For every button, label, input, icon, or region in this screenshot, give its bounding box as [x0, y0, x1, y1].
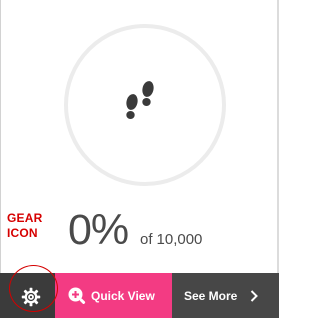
zoom-in-icon	[68, 287, 86, 304]
gear-icon-annotation: GEAR ICON	[7, 211, 55, 241]
settings-button[interactable]	[0, 273, 55, 318]
gear-icon	[21, 287, 41, 307]
chevron-right-icon	[251, 289, 259, 302]
widget-stage: GEAR ICON 0% of 10,000 Quick View See Mo…	[0, 0, 279, 318]
steps-card: GEAR ICON 0% of 10,000	[0, 0, 277, 318]
quick-view-button[interactable]: Quick View	[55, 273, 172, 318]
step-goal: of 10,000	[140, 231, 202, 249]
see-more-label: See More	[184, 288, 238, 303]
goal-value: 10,000	[156, 231, 203, 248]
card-action-bar: Quick View See More	[0, 273, 279, 318]
annotation-line-2: ICON	[7, 226, 38, 240]
footsteps-icon	[126, 81, 154, 119]
progress-percent: 0%	[68, 206, 129, 254]
annotation-line-1: GEAR	[7, 211, 43, 225]
goal-prefix: of	[140, 231, 153, 248]
quick-view-label: Quick View	[91, 288, 155, 303]
see-more-button[interactable]: See More	[172, 273, 279, 318]
